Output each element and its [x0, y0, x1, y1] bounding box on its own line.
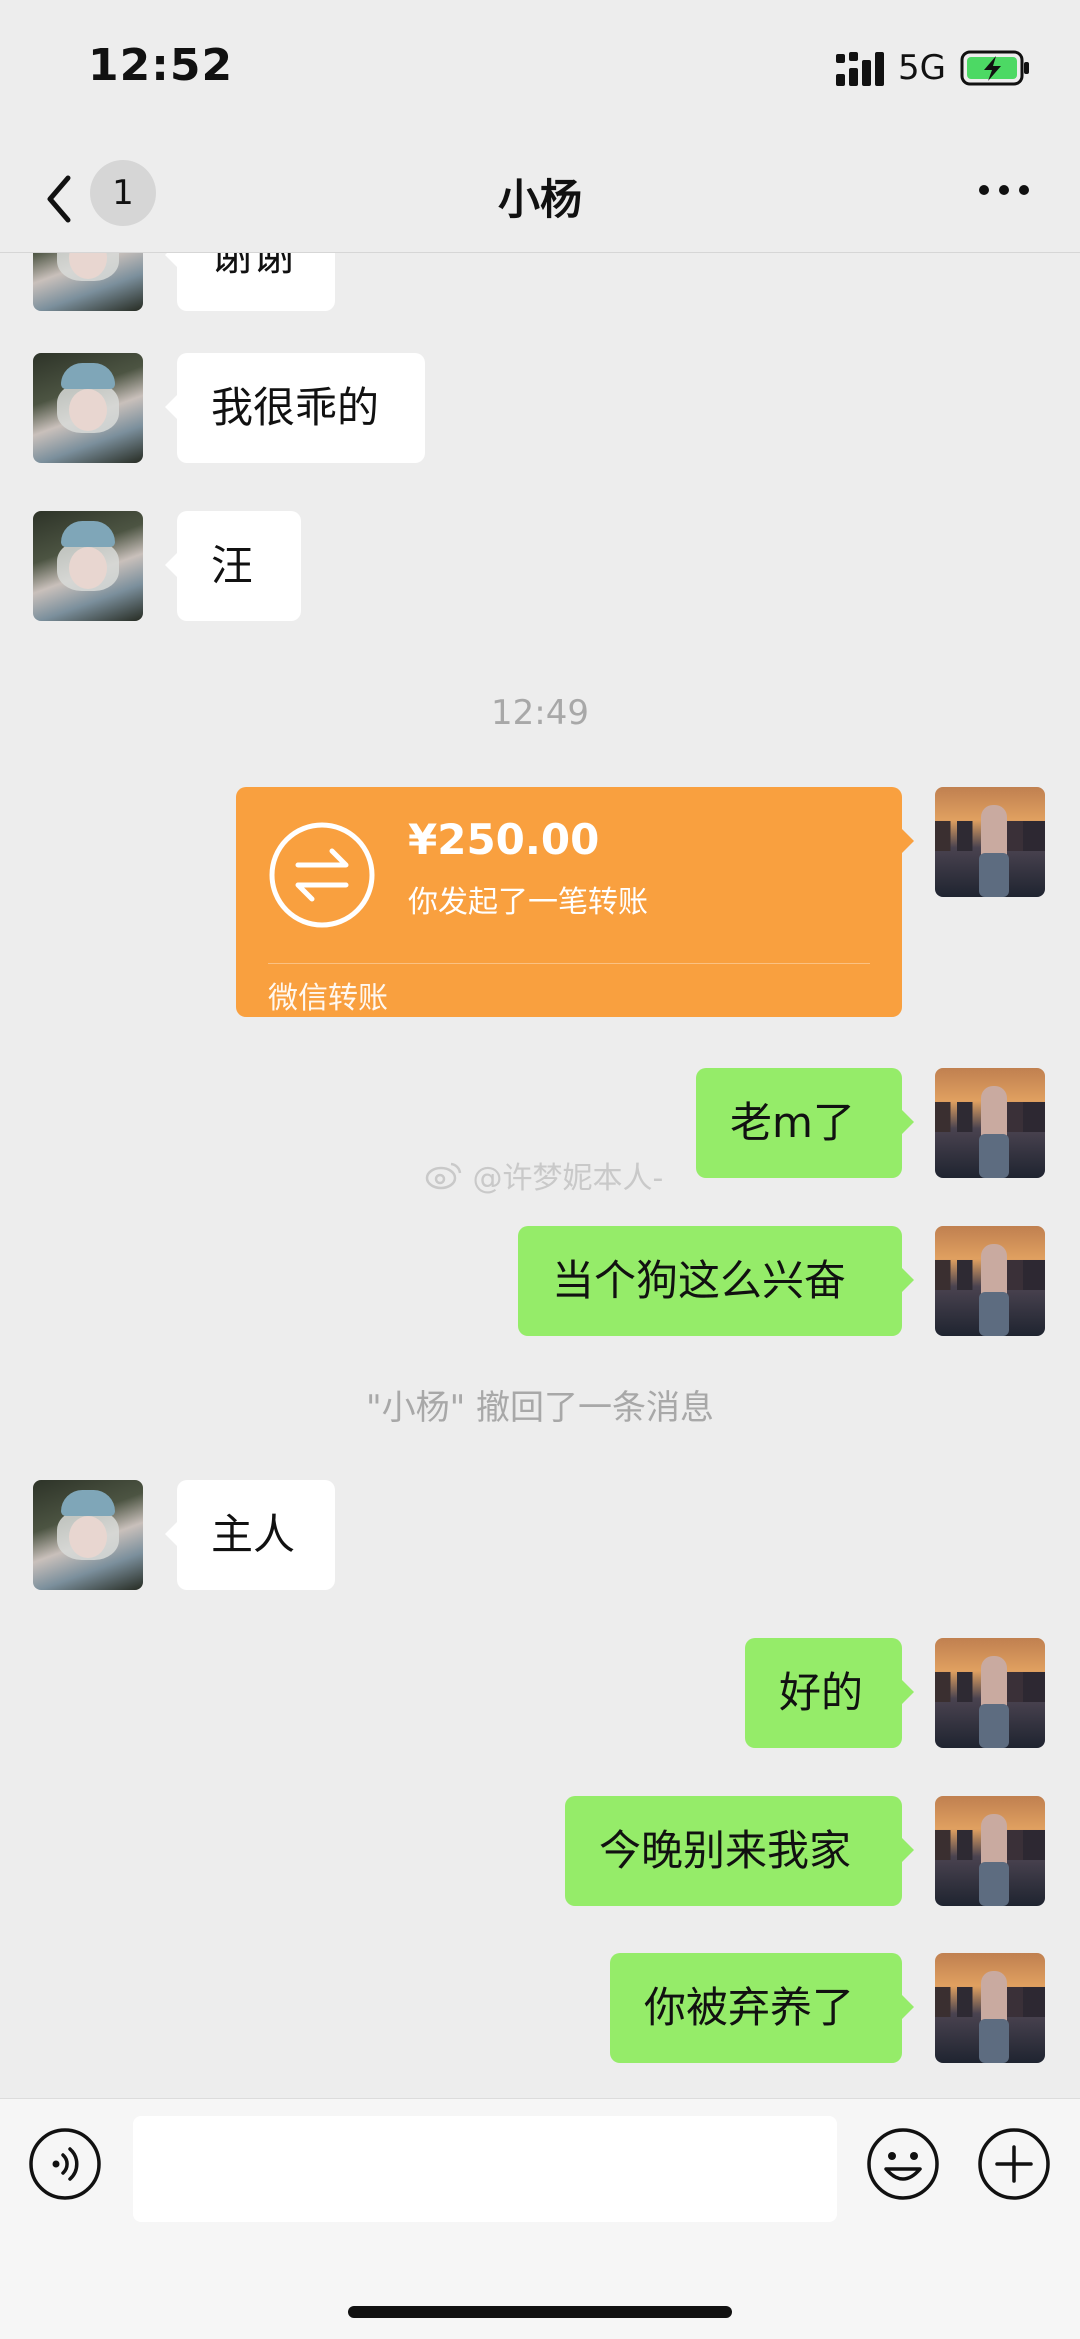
- emoji-icon[interactable]: [866, 2127, 940, 2201]
- message-timestamp: 12:49: [491, 693, 589, 733]
- transfer-card[interactable]: ¥250.00 你发起了一笔转账 微信转账: [236, 787, 914, 1017]
- transfer-description: 你发起了一笔转账: [408, 885, 648, 920]
- nav-bar: 1 小杨: [0, 150, 1080, 253]
- watermark-text: @许梦妮本人-: [472, 1161, 664, 1196]
- my-avatar[interactable]: [935, 1068, 1045, 1178]
- chat-title: 小杨: [497, 175, 582, 224]
- incoming-message[interactable]: 谢谢: [165, 253, 335, 311]
- my-avatar[interactable]: [935, 1638, 1045, 1748]
- incoming-message[interactable]: 我很乖的: [165, 353, 425, 463]
- contact-avatar[interactable]: [33, 1480, 143, 1590]
- more-options-icon[interactable]: [978, 180, 1030, 200]
- outgoing-message[interactable]: 你被弃养了: [610, 1953, 914, 2063]
- contact-avatar[interactable]: [33, 511, 143, 621]
- chat-history[interactable]: 谢谢 我很乖的 汪 12:49 ¥250.00 你发起了一笔转账 微信转账 老m…: [0, 253, 1080, 2098]
- status-time: 12:52: [88, 40, 234, 91]
- my-avatar[interactable]: [935, 1796, 1045, 1906]
- my-avatar[interactable]: [935, 1226, 1045, 1336]
- input-bar: [0, 2098, 1080, 2339]
- my-avatar[interactable]: [935, 1953, 1045, 2063]
- transfer-arrows-icon: [269, 822, 375, 928]
- contact-avatar[interactable]: [33, 353, 143, 463]
- outgoing-message[interactable]: 当个狗这么兴奋: [518, 1226, 914, 1336]
- network-type: 5G: [898, 48, 946, 88]
- status-bar: 12:52 5G: [0, 0, 1080, 150]
- battery-charging-icon: [960, 50, 1029, 86]
- recall-notice: "小杨" 撤回了一条消息: [365, 1388, 715, 1428]
- transfer-brand-label: 微信转账: [268, 981, 388, 1016]
- message-input[interactable]: [133, 2116, 837, 2222]
- home-indicator[interactable]: [348, 2306, 732, 2318]
- incoming-message[interactable]: 汪: [165, 511, 301, 621]
- outgoing-message[interactable]: 老m了: [696, 1068, 914, 1178]
- incoming-message[interactable]: 主人: [165, 1480, 335, 1590]
- weibo-icon: [425, 1162, 462, 1190]
- transfer-amount: ¥250.00: [408, 815, 600, 864]
- signal-icon: [836, 52, 884, 86]
- outgoing-message[interactable]: 今晚别来我家: [565, 1796, 914, 1906]
- my-avatar[interactable]: [935, 787, 1045, 897]
- weibo-watermark: @许梦妮本人-: [425, 1153, 663, 1197]
- plus-icon[interactable]: [977, 2127, 1051, 2201]
- contact-avatar[interactable]: [33, 253, 143, 311]
- outgoing-message[interactable]: 好的: [745, 1638, 914, 1748]
- transfer-divider: [268, 963, 870, 964]
- voice-input-icon[interactable]: [28, 2127, 102, 2201]
